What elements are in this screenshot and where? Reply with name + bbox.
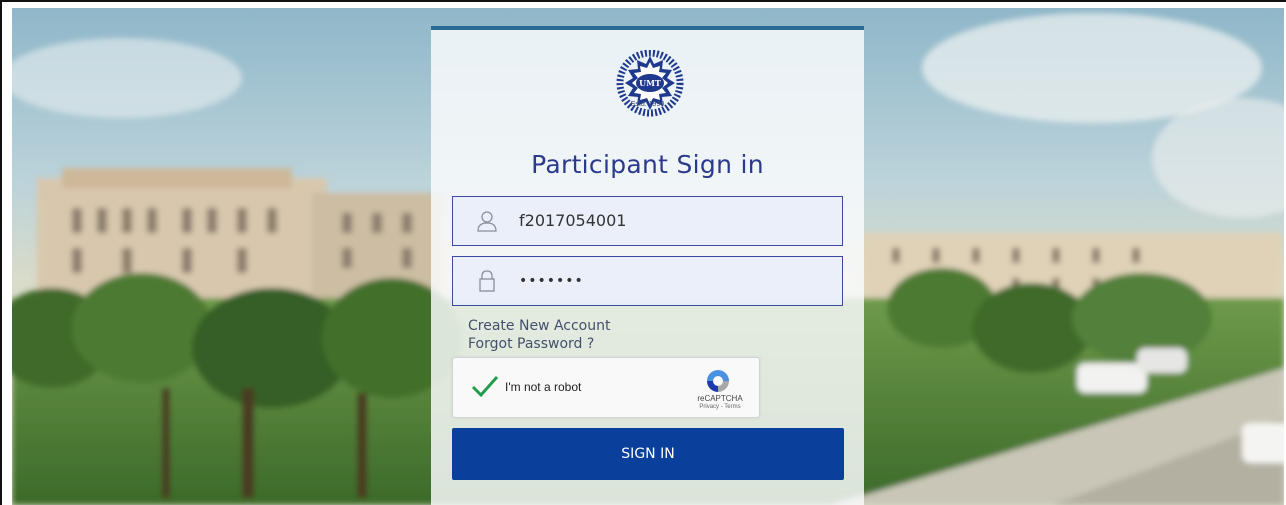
recaptcha-brand: reCAPTCHA — [697, 394, 743, 403]
forgot-password-link[interactable]: Forgot Password ? — [468, 336, 594, 352]
create-account-link[interactable]: Create New Account — [468, 318, 610, 334]
login-card: UMT Estd. 1990 Participant Sign in f2017… — [431, 26, 864, 505]
umt-logo: UMT — [606, 49, 694, 120]
recaptcha-privacy-terms[interactable]: Privacy - Terms — [685, 404, 755, 410]
logo-established-text: Estd. 1990 — [630, 101, 665, 108]
user-icon — [475, 209, 499, 233]
sign-in-button[interactable]: SIGN IN — [452, 428, 844, 480]
recaptcha-widget[interactable]: I'm not a robot reCAPTCHA Privacy - Term… — [452, 357, 760, 418]
recaptcha-label: I'm not a robot — [505, 380, 582, 394]
username-field[interactable]: f2017054001 — [452, 196, 843, 246]
recaptcha-logo-icon — [703, 367, 733, 395]
username-value: f2017054001 — [519, 211, 627, 230]
lock-icon — [475, 269, 499, 293]
checkmark-icon[interactable] — [471, 374, 499, 398]
password-field[interactable]: ••••••• — [452, 256, 843, 306]
logo-abbr: UMT — [639, 78, 661, 88]
password-value: ••••••• — [519, 273, 584, 289]
page-title: Participant Sign in — [531, 150, 764, 179]
